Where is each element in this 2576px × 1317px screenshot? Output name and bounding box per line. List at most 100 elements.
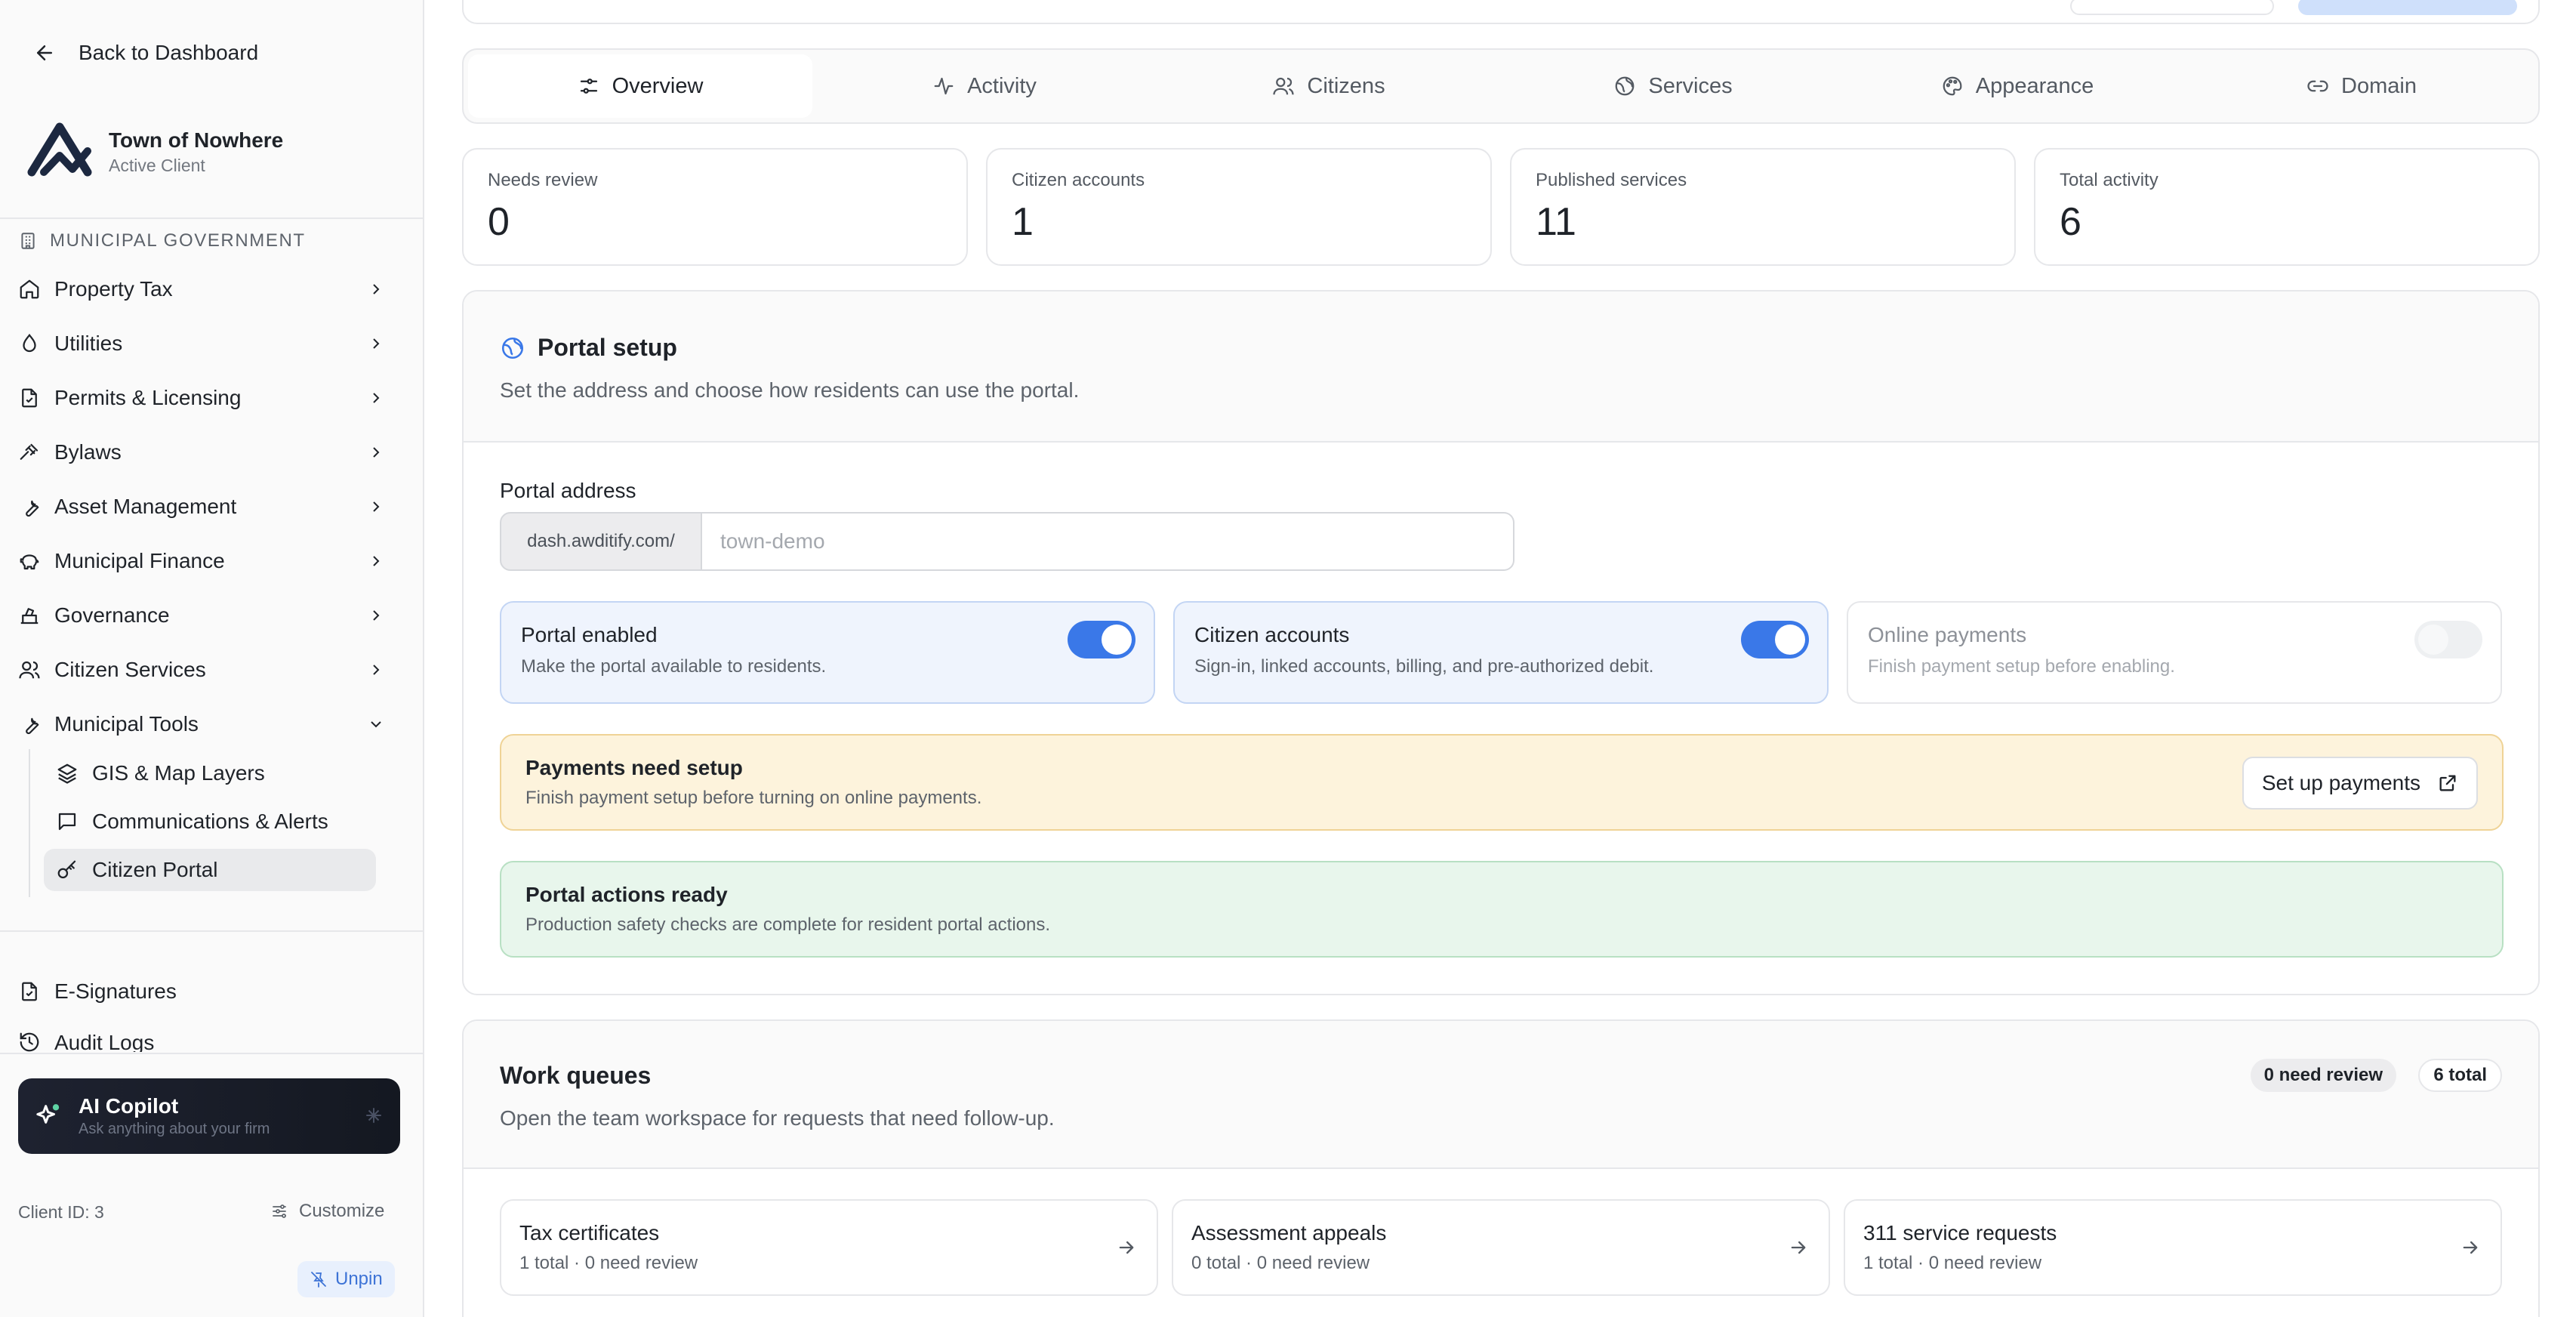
arrow-right-icon (1116, 1237, 1137, 1258)
layers-icon (56, 762, 79, 785)
copilot-subtitle: Ask anything about your firm (79, 1121, 270, 1137)
unpin-button[interactable]: Unpin (297, 1261, 395, 1297)
sidebar-item-bylaws[interactable]: Bylaws (18, 431, 403, 473)
sidebar-item-permits-licensing[interactable]: Permits & Licensing (18, 377, 403, 419)
piggy-bank-icon (18, 550, 41, 572)
pin-off-icon (310, 1270, 328, 1288)
sidebar-item-citizen-services[interactable]: Citizen Services (18, 649, 403, 691)
header-primary-button[interactable] (2298, 0, 2517, 15)
online-payments-switch[interactable] (2414, 621, 2482, 658)
arrow-left-icon (33, 42, 56, 64)
sliders-icon (270, 1202, 288, 1220)
file-check-icon (18, 387, 41, 409)
section-label-municipal-government: MUNICIPAL GOVERNMENT (18, 228, 306, 254)
file-signature-icon (18, 980, 41, 1003)
portal-enabled-switch[interactable] (1068, 621, 1135, 658)
sidebar-item-property-tax[interactable]: Property Tax (18, 268, 403, 310)
sidebar-item-municipal-finance[interactable]: Municipal Finance (18, 540, 403, 582)
need-review-badge: 0 need review (2250, 1059, 2396, 1092)
sidebar-item-audit-logs[interactable]: Audit Logs (18, 1025, 403, 1052)
work-queues-description: Open the team workspace for requests tha… (500, 1106, 1055, 1130)
gavel-icon (18, 441, 41, 464)
tab-activity[interactable]: Activity (812, 54, 1157, 118)
total-badge: 6 total (2418, 1059, 2502, 1092)
portal-setup-header: Portal setup Set the address and choose … (464, 291, 2538, 443)
sidebar-item-governance[interactable]: Governance (18, 594, 403, 637)
globe-icon (1613, 75, 1636, 97)
work-queues-header: Work queues Open the team workspace for … (464, 1021, 2538, 1169)
work-queues-title: Work queues (500, 1062, 652, 1089)
tab-citizens[interactable]: Citizens (1157, 54, 1501, 118)
stat-card-citizen-accounts: Citizen accounts 1 (986, 148, 1492, 266)
arrow-right-icon (2460, 1237, 2481, 1258)
key-icon (56, 859, 79, 881)
ballot-box-icon (18, 604, 41, 627)
org-name: Town of Nowhere (109, 128, 284, 152)
droplet-icon (18, 332, 41, 355)
portal-address-prefix: dash.awditify.com/ (500, 512, 702, 571)
chevron-right-icon (367, 552, 385, 570)
sidebar-subitem-communications-alerts[interactable]: Communications & Alerts (44, 800, 376, 843)
queue-311-service-requests[interactable]: 311 service requests 1 total · 0 need re… (1844, 1199, 2502, 1296)
tab-appearance[interactable]: Appearance (1845, 54, 2189, 118)
sidebar-item-e-signatures[interactable]: E-Signatures (18, 970, 403, 1013)
citizen-accounts-switch[interactable] (1741, 621, 1809, 658)
sparkle-icon (364, 1106, 384, 1125)
set-up-payments-button[interactable]: Set up payments (2242, 757, 2478, 810)
globe-icon (500, 335, 525, 361)
toggle-card-citizen-accounts: Citizen accounts Sign-in, linked account… (1173, 601, 1829, 704)
link-icon (2306, 75, 2329, 97)
sidebar-item-asset-management[interactable]: Asset Management (18, 486, 403, 528)
sliders-icon (578, 75, 600, 97)
portal-address-input[interactable] (702, 512, 1514, 571)
tab-overview[interactable]: Overview (468, 54, 812, 118)
chevron-right-icon (367, 280, 385, 298)
chevron-right-icon (367, 606, 385, 625)
stat-card-total-activity: Total activity 6 (2034, 148, 2540, 266)
message-square-icon (56, 810, 79, 833)
portal-actions-ready-alert: Portal actions ready Production safety c… (500, 861, 2504, 958)
arrow-right-icon (1788, 1237, 1809, 1258)
back-to-dashboard-label: Back to Dashboard (79, 41, 259, 64)
external-link-icon (2437, 773, 2458, 794)
sidebar-subitem-citizen-portal[interactable]: Citizen Portal (44, 849, 376, 891)
org-header: Town of Nowhere Active Client (27, 119, 283, 184)
sidebar-item-utilities[interactable]: Utilities (18, 322, 403, 365)
org-status: Active Client (109, 156, 205, 175)
portal-address-field: dash.awditify.com/ (500, 512, 1514, 571)
chevron-right-icon (367, 335, 385, 353)
wrench-icon (18, 713, 41, 736)
work-queues-card: Work queues Open the team workspace for … (462, 1019, 2540, 1317)
wrench-icon (18, 495, 41, 518)
header-secondary-button[interactable] (2070, 0, 2274, 15)
org-logo (27, 119, 92, 184)
home-icon (18, 278, 41, 301)
chevron-right-icon (367, 661, 385, 679)
activity-icon (932, 75, 955, 97)
client-id: Client ID: 3 (18, 1202, 104, 1222)
sidebar-divider (0, 1053, 424, 1054)
history-icon (18, 1031, 41, 1052)
back-to-dashboard-link[interactable]: Back to Dashboard (33, 36, 258, 69)
tab-domain[interactable]: Domain (2189, 54, 2534, 118)
header-card (462, 0, 2540, 24)
toggle-card-online-payments: Online payments Finish payment setup bef… (1847, 601, 2502, 704)
ai-copilot-button[interactable]: AI Copilot Ask anything about your firm (18, 1078, 400, 1154)
building-icon (18, 231, 38, 251)
chevron-right-icon (367, 498, 385, 516)
customize-button[interactable]: Customize (270, 1201, 384, 1222)
sidebar-item-municipal-tools[interactable]: Municipal Tools (18, 703, 403, 745)
tab-services[interactable]: Services (1501, 54, 1845, 118)
queue-tax-certificates[interactable]: Tax certificates 1 total · 0 need review (500, 1199, 1158, 1296)
chevron-down-icon (367, 715, 385, 733)
chevron-right-icon (367, 443, 385, 461)
toggle-card-portal-enabled: Portal enabled Make the portal available… (500, 601, 1155, 704)
sidebar-subitem-gis-map-layers[interactable]: GIS & Map Layers (44, 752, 376, 794)
portal-setup-card: Portal setup Set the address and choose … (462, 290, 2540, 995)
portal-setup-description: Set the address and choose how residents… (500, 378, 1080, 402)
stat-card-published-services: Published services 11 (1510, 148, 2016, 266)
sidebar-divider (0, 217, 424, 219)
submenu-guide-line (29, 749, 30, 897)
users-icon (18, 658, 41, 681)
queue-assessment-appeals[interactable]: Assessment appeals 0 total · 0 need revi… (1172, 1199, 1830, 1296)
